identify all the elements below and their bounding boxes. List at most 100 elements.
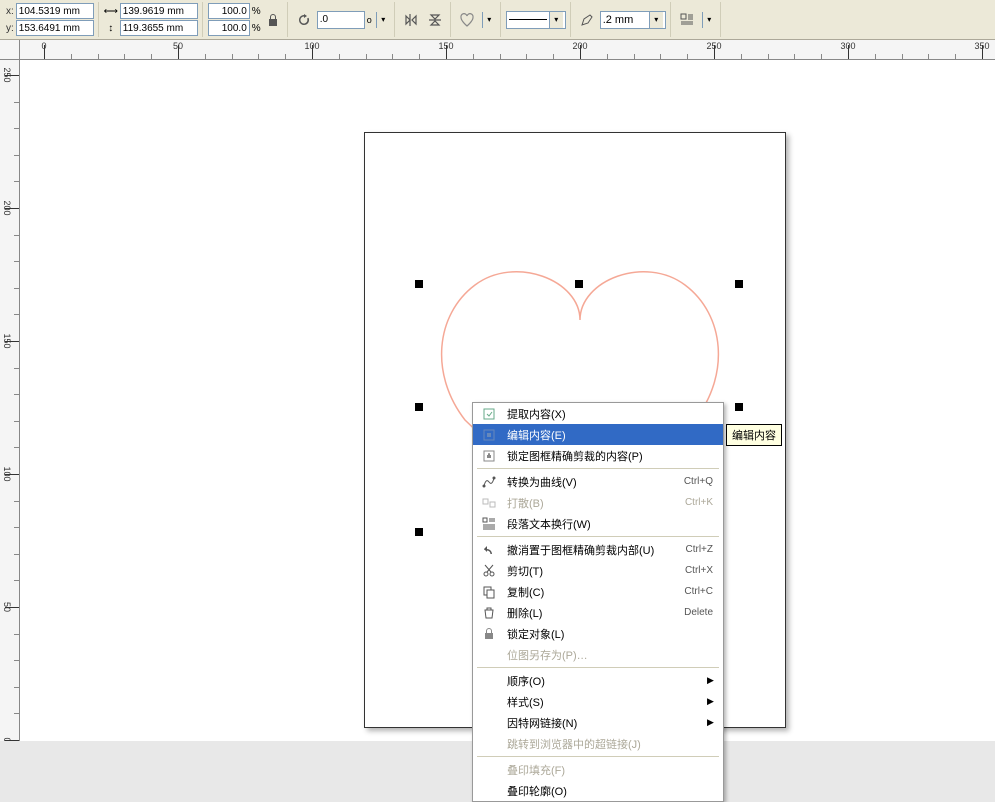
menu-item[interactable]: 顺序(O)▶ xyxy=(473,670,723,691)
selection-handle[interactable] xyxy=(735,403,743,411)
blank-icon xyxy=(477,780,501,801)
menu-item[interactable]: 段落文本换行(W) xyxy=(473,513,723,534)
blank-icon xyxy=(477,712,501,733)
menu-label: 锁定对象(L) xyxy=(501,626,719,642)
submenu-arrow-icon: ▶ xyxy=(707,696,719,707)
menu-label: 删除(L) xyxy=(501,605,684,621)
menu-label: 编辑内容(E) xyxy=(501,427,719,443)
workspace: 050100150200250300350 050100150200250 提取… xyxy=(0,40,995,741)
extract-icon xyxy=(477,403,501,424)
ruler-origin[interactable] xyxy=(0,40,20,60)
menu-label: 段落文本换行(W) xyxy=(501,516,719,532)
menu-item[interactable]: 撤消置于图框精确剪裁内部(U)Ctrl+Z xyxy=(473,539,723,560)
width-icon: ⟷ xyxy=(104,4,118,18)
blank-icon xyxy=(477,733,501,754)
edit-icon xyxy=(477,424,501,445)
menu-shortcut: Ctrl+X xyxy=(685,565,719,576)
cut-icon xyxy=(477,560,501,581)
selection-handle[interactable] xyxy=(415,403,423,411)
menu-item: 打散(B)Ctrl+K xyxy=(473,492,723,513)
copy-icon xyxy=(477,581,501,602)
rotation-dropdown[interactable]: ▾ xyxy=(376,12,390,28)
menu-item[interactable]: 编辑内容(E) xyxy=(473,424,723,445)
y-position-input[interactable] xyxy=(16,20,94,36)
wrap-text-icon[interactable] xyxy=(676,9,698,31)
menu-shortcut: Ctrl+K xyxy=(685,497,719,508)
undo-icon xyxy=(477,539,501,560)
lock-icon xyxy=(477,623,501,644)
menu-item[interactable]: 叠印轮廓(O) xyxy=(473,780,723,801)
menu-item[interactable]: 剪切(T)Ctrl+X xyxy=(473,560,723,581)
menu-label: 顺序(O) xyxy=(501,673,707,689)
submenu-arrow-icon: ▶ xyxy=(707,675,719,686)
menu-item[interactable]: 锁定图框精确剪裁的内容(P) xyxy=(473,445,723,466)
menu-label: 打散(B) xyxy=(501,495,685,511)
rotation-icon xyxy=(293,9,315,31)
blank-icon xyxy=(477,644,501,665)
shape-dropdown[interactable]: ▾ xyxy=(482,12,496,28)
menu-label: 叠印填充(F) xyxy=(501,762,719,778)
height-input[interactable] xyxy=(120,20,198,36)
selection-handle[interactable] xyxy=(415,528,423,536)
blank-icon xyxy=(477,691,501,712)
x-position-input[interactable] xyxy=(16,3,94,19)
line-style-dropdown[interactable]: ▾ xyxy=(506,11,566,29)
menu-shortcut: Ctrl+C xyxy=(684,586,719,597)
menu-shortcut: Ctrl+Z xyxy=(686,544,720,555)
y-label: y: xyxy=(6,23,14,34)
menu-label: 提取内容(X) xyxy=(501,406,719,422)
vertical-ruler[interactable]: 050100150200250 xyxy=(0,60,20,741)
menu-label: 复制(C) xyxy=(501,584,684,600)
submenu-arrow-icon: ▶ xyxy=(707,717,719,728)
horizontal-ruler[interactable]: 050100150200250300350 xyxy=(20,40,995,60)
menu-label: 锁定图框精确剪裁的内容(P) xyxy=(501,448,719,464)
menu-item[interactable]: 提取内容(X) xyxy=(473,403,723,424)
scale-y-input[interactable] xyxy=(208,20,250,36)
menu-item[interactable]: 样式(S)▶ xyxy=(473,691,723,712)
menu-item[interactable]: 删除(L)Delete xyxy=(473,602,723,623)
menu-shortcut: Ctrl+Q xyxy=(684,476,719,487)
menu-label: 样式(S) xyxy=(501,694,707,710)
mirror-h-icon[interactable] xyxy=(400,9,422,31)
scale-x-input[interactable] xyxy=(208,3,250,19)
mirror-v-icon[interactable] xyxy=(424,9,446,31)
rotation-input[interactable] xyxy=(317,11,365,29)
menu-shortcut: Delete xyxy=(684,607,719,618)
menu-item[interactable]: 转换为曲线(V)Ctrl+Q xyxy=(473,471,723,492)
menu-label: 剪切(T) xyxy=(501,563,685,579)
context-menu: 提取内容(X)编辑内容(E)锁定图框精确剪裁的内容(P)转换为曲线(V)Ctrl… xyxy=(472,402,724,802)
lock-frame-icon xyxy=(477,445,501,466)
curve-icon xyxy=(477,471,501,492)
blank-icon xyxy=(477,759,501,780)
tooltip: 编辑内容 xyxy=(726,424,782,446)
menu-item[interactable]: 复制(C)Ctrl+C xyxy=(473,581,723,602)
selection-handle[interactable] xyxy=(575,280,583,288)
menu-label: 叠印轮廓(O) xyxy=(501,783,719,799)
wrap-dropdown[interactable]: ▾ xyxy=(702,12,716,28)
degree-label: o xyxy=(367,15,372,25)
lock-ratio-icon[interactable] xyxy=(263,10,283,30)
heart-shape-icon[interactable] xyxy=(456,9,478,31)
outline-width-value: .2 mm xyxy=(603,14,647,26)
menu-label: 跳转到浏览器中的超链接(J) xyxy=(501,736,719,752)
menu-label: 转换为曲线(V) xyxy=(501,474,684,490)
selection-handle[interactable] xyxy=(735,280,743,288)
height-icon: ↕ xyxy=(104,21,118,35)
width-input[interactable] xyxy=(120,3,198,19)
wrap-icon xyxy=(477,513,501,534)
chevron-down-icon: ▾ xyxy=(549,12,563,28)
percent-label: % xyxy=(252,23,261,34)
blank-icon xyxy=(477,670,501,691)
menu-item[interactable]: 锁定对象(L) xyxy=(473,623,723,644)
menu-item: 位图另存为(P)… xyxy=(473,644,723,665)
menu-label: 撤消置于图框精确剪裁内部(U) xyxy=(501,542,686,558)
outline-width-dropdown[interactable]: .2 mm ▾ xyxy=(600,11,666,29)
property-toolbar: x: y: ⟷ ↕ % xyxy=(0,0,995,40)
selection-handle[interactable] xyxy=(415,280,423,288)
menu-item: 叠印填充(F) xyxy=(473,759,723,780)
menu-item[interactable]: 因特网链接(N)▶ xyxy=(473,712,723,733)
chevron-down-icon: ▾ xyxy=(649,12,663,28)
delete-icon xyxy=(477,602,501,623)
x-label: x: xyxy=(6,6,14,17)
break-icon xyxy=(477,492,501,513)
